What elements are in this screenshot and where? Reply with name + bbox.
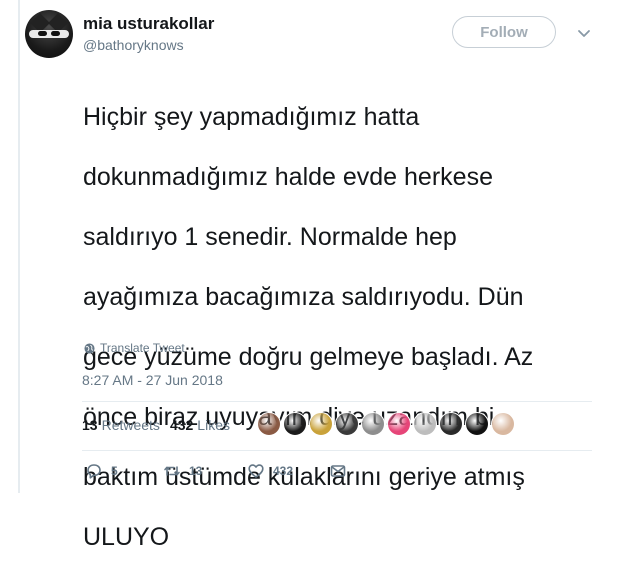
- retweets-label: Retweets: [101, 417, 160, 433]
- liker-avatar[interactable]: [491, 412, 515, 436]
- avatar-eye-left: [38, 31, 47, 36]
- tweet-text: Hiçbir şey yapmadığımız hatta dokunmadığ…: [83, 72, 603, 582]
- avatar-eye-right: [51, 31, 60, 36]
- translate-label[interactable]: Translate Tweet: [100, 341, 185, 355]
- tweet-header: mia usturakollar @bathoryknows Follow: [25, 8, 605, 60]
- tweet-line: saldırıyo 1 senedir. Normalde hep: [83, 223, 457, 251]
- tweet-line: dokunmadığımız halde evde herkese: [83, 163, 493, 191]
- liker-avatar[interactable]: [361, 412, 385, 436]
- tweet-line: ayağımıza bacağımıza saldırıyodu. Dün: [83, 283, 524, 311]
- retweet-count: 13: [189, 464, 203, 478]
- retweets-count: 13: [82, 417, 98, 433]
- envelope-icon: [330, 465, 346, 477]
- liker-avatar[interactable]: [335, 412, 359, 436]
- tweet-line: ULUYO: [83, 523, 170, 551]
- liker-avatar[interactable]: [309, 412, 333, 436]
- liker-avatars: [257, 412, 515, 436]
- globe-icon: [84, 342, 95, 354]
- username[interactable]: @bathoryknows: [83, 37, 184, 53]
- retweet-icon: [164, 466, 180, 476]
- left-border: [18, 0, 20, 493]
- display-name[interactable]: mia usturakollar: [83, 14, 214, 34]
- liker-avatar[interactable]: [387, 412, 411, 436]
- tweet-line: Hiçbir şey yapmadığımız hatta: [83, 103, 420, 131]
- translate-tweet-link[interactable]: Translate Tweet: [84, 341, 185, 355]
- liker-avatar[interactable]: [465, 412, 489, 436]
- timestamp[interactable]: 8:27 AM - 27 Jun 2018: [82, 372, 223, 388]
- like-button[interactable]: 432: [247, 462, 293, 480]
- liker-avatar[interactable]: [413, 412, 437, 436]
- reply-icon: [87, 464, 101, 479]
- tweet-stats: 13 Retweets 432 Likes: [82, 417, 240, 433]
- liker-avatar[interactable]: [439, 412, 463, 436]
- heart-icon: [248, 464, 264, 478]
- liker-avatar[interactable]: [283, 412, 307, 436]
- likes-stat[interactable]: 432 Likes: [170, 417, 230, 433]
- likes-count: 432: [169, 417, 194, 433]
- direct-message-button[interactable]: [329, 462, 347, 480]
- like-count: 432: [273, 464, 294, 478]
- liker-avatar[interactable]: [257, 412, 281, 436]
- follow-button[interactable]: Follow: [452, 16, 556, 48]
- retweet-button[interactable]: 13: [163, 462, 202, 480]
- reply-button[interactable]: 5: [85, 462, 118, 480]
- likes-label: Likes: [197, 417, 230, 433]
- reply-count: 5: [111, 464, 118, 478]
- divider: [82, 401, 592, 402]
- chevron-down-icon[interactable]: [576, 25, 592, 41]
- divider: [82, 450, 592, 451]
- avatar-mask-band: [29, 30, 69, 38]
- avatar[interactable]: [25, 10, 73, 58]
- retweets-stat[interactable]: 13 Retweets: [82, 417, 160, 433]
